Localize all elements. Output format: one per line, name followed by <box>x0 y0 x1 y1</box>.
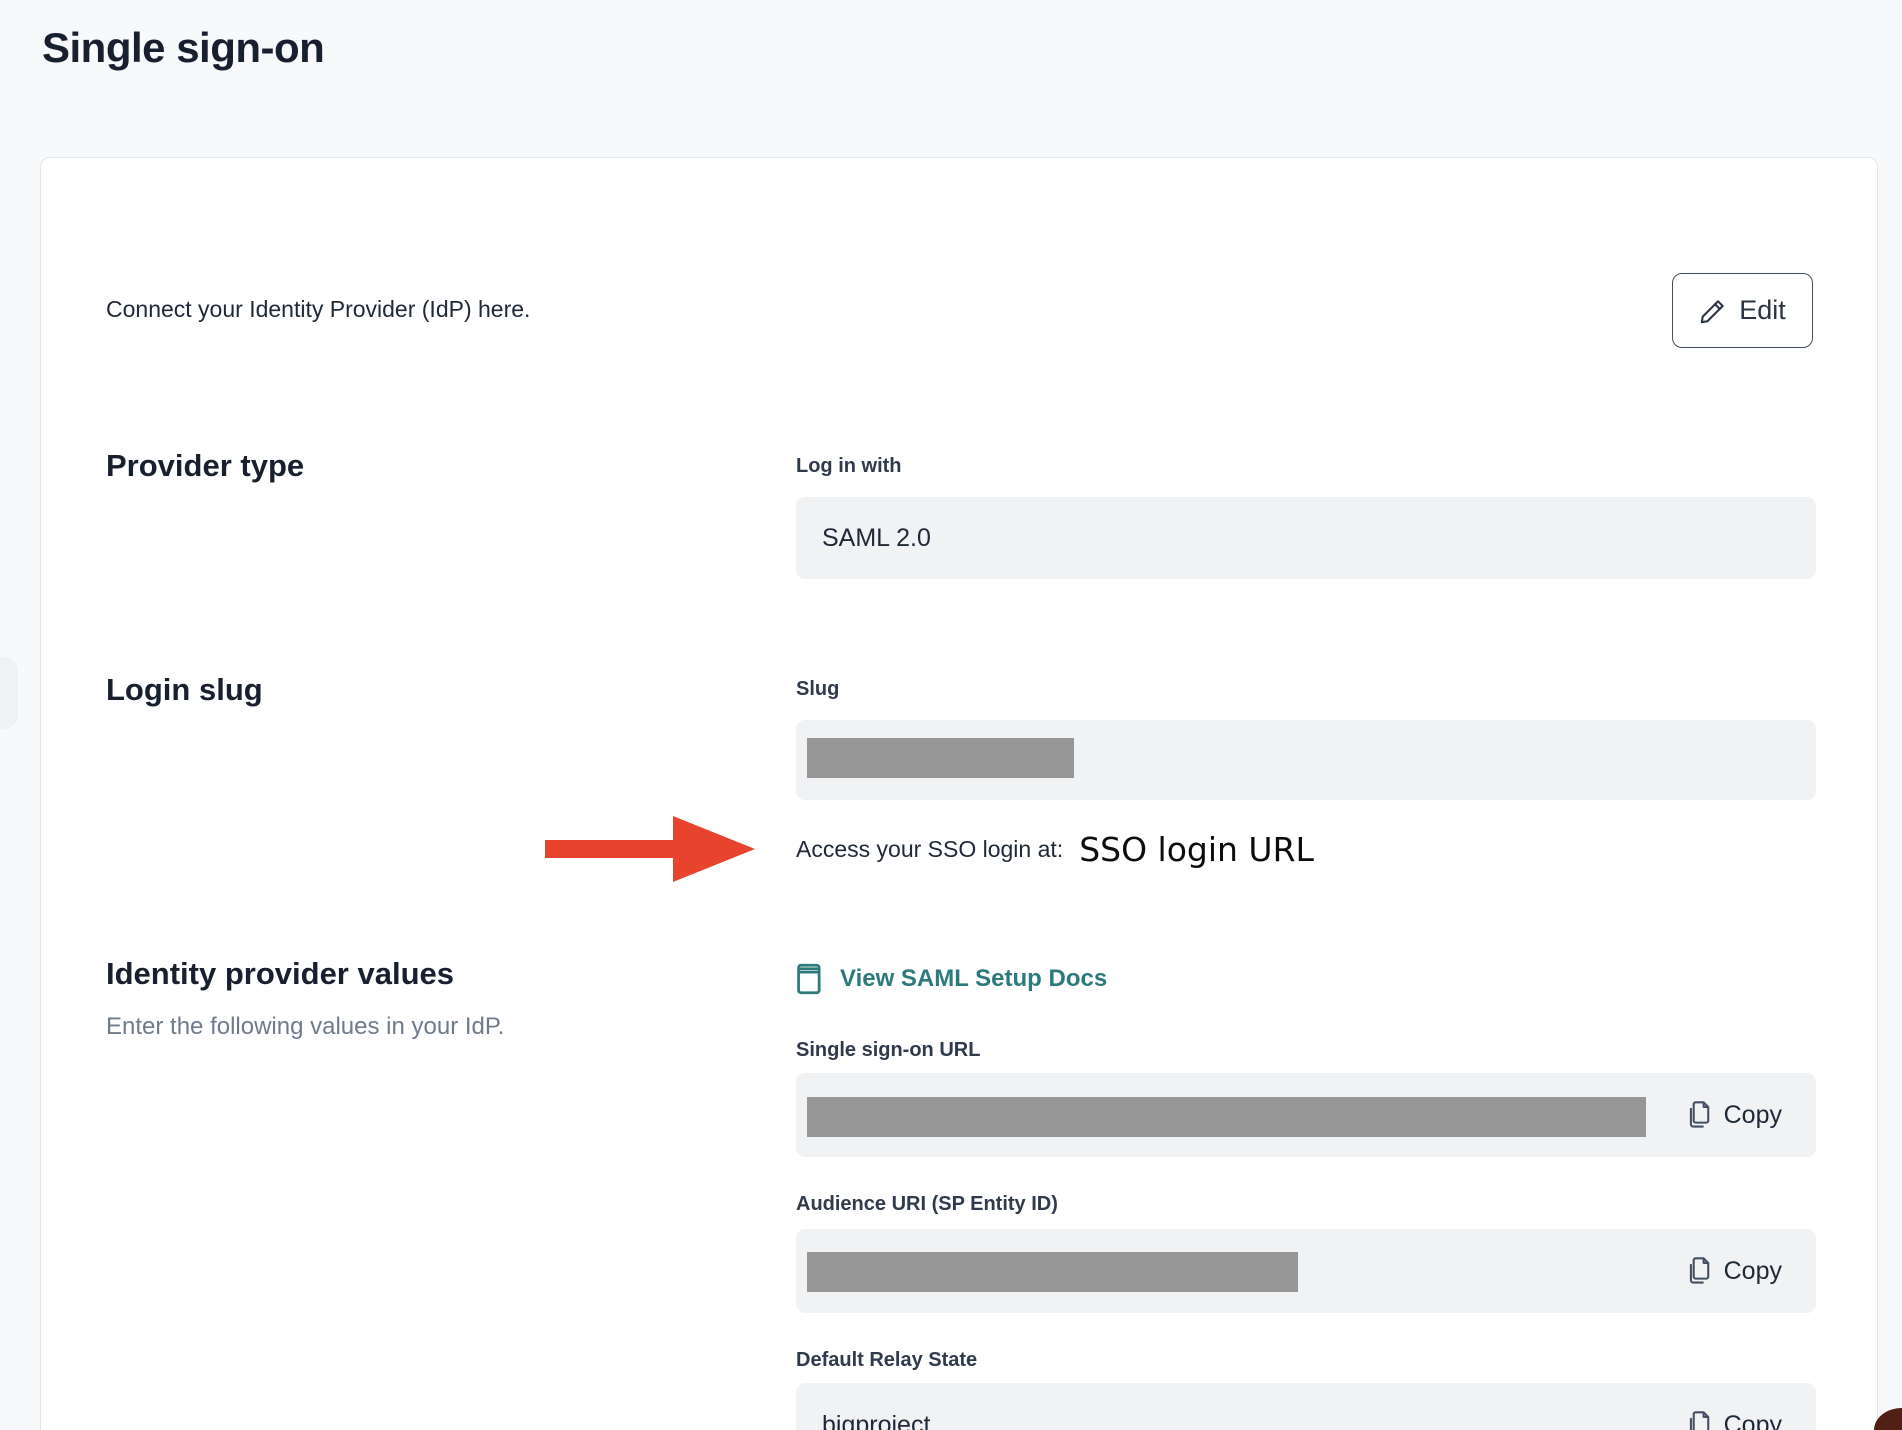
sso-url-copy-button[interactable]: Copy <box>1686 1100 1782 1130</box>
idp-values-subheading: Enter the following values in your IdP. <box>106 1013 504 1041</box>
provider-type-value: SAML 2.0 <box>822 524 931 553</box>
section-heading-login-slug: Login slug <box>106 672 263 708</box>
sso-url-field[interactable]: Copy <box>796 1073 1816 1157</box>
audience-uri-field[interactable]: Copy <box>796 1229 1816 1313</box>
copy-button-label: Copy <box>1724 1411 1782 1430</box>
audience-uri-label: Audience URI (SP Entity ID) <box>796 1193 1058 1216</box>
annotation-arrow-icon <box>545 813 760 885</box>
slug-label: Slug <box>796 678 839 701</box>
copy-icon <box>1686 1410 1712 1430</box>
slug-value-redacted <box>807 738 1074 778</box>
edit-button-label: Edit <box>1739 295 1786 326</box>
sso-login-annotation: Access your SSO login at: SSO login URL <box>796 823 1314 875</box>
annotation-prefix: Access your SSO login at: <box>796 836 1063 863</box>
copy-icon <box>1686 1100 1712 1130</box>
journal-icon <box>796 963 824 995</box>
slug-field[interactable] <box>796 720 1816 800</box>
side-drawer-handle[interactable] <box>0 657 18 729</box>
copy-button-label: Copy <box>1724 1257 1782 1286</box>
provider-type-field[interactable]: SAML 2.0 <box>796 497 1816 579</box>
audience-uri-copy-button[interactable]: Copy <box>1686 1256 1782 1286</box>
audience-uri-value-redacted <box>807 1252 1298 1292</box>
sso-settings-page: Single sign-on Connect your Identity Pro… <box>0 0 1902 1430</box>
copy-button-label: Copy <box>1724 1101 1782 1130</box>
relay-state-copy-button[interactable]: Copy <box>1686 1410 1782 1430</box>
annotation-fragment <box>1874 1408 1902 1430</box>
relay-state-value: bigproject <box>822 1411 930 1430</box>
sso-url-value-redacted <box>807 1097 1646 1137</box>
pencil-icon <box>1699 297 1727 325</box>
section-heading-provider-type: Provider type <box>106 448 304 484</box>
edit-button[interactable]: Edit <box>1672 273 1813 348</box>
page-title: Single sign-on <box>42 24 324 72</box>
login-with-label: Log in with <box>796 455 902 478</box>
relay-state-field[interactable]: bigproject Copy <box>796 1383 1816 1430</box>
view-saml-setup-docs-link[interactable]: View SAML Setup Docs <box>796 963 1107 995</box>
copy-icon <box>1686 1256 1712 1286</box>
intro-text: Connect your Identity Provider (IdP) her… <box>106 296 530 323</box>
annotation-highlight: SSO login URL <box>1079 830 1314 869</box>
sso-settings-card: Connect your Identity Provider (IdP) her… <box>40 157 1878 1430</box>
sso-url-label: Single sign-on URL <box>796 1039 980 1062</box>
relay-state-label: Default Relay State <box>796 1349 977 1372</box>
section-heading-idp-values: Identity provider values <box>106 956 454 992</box>
docs-link-label: View SAML Setup Docs <box>840 965 1107 993</box>
